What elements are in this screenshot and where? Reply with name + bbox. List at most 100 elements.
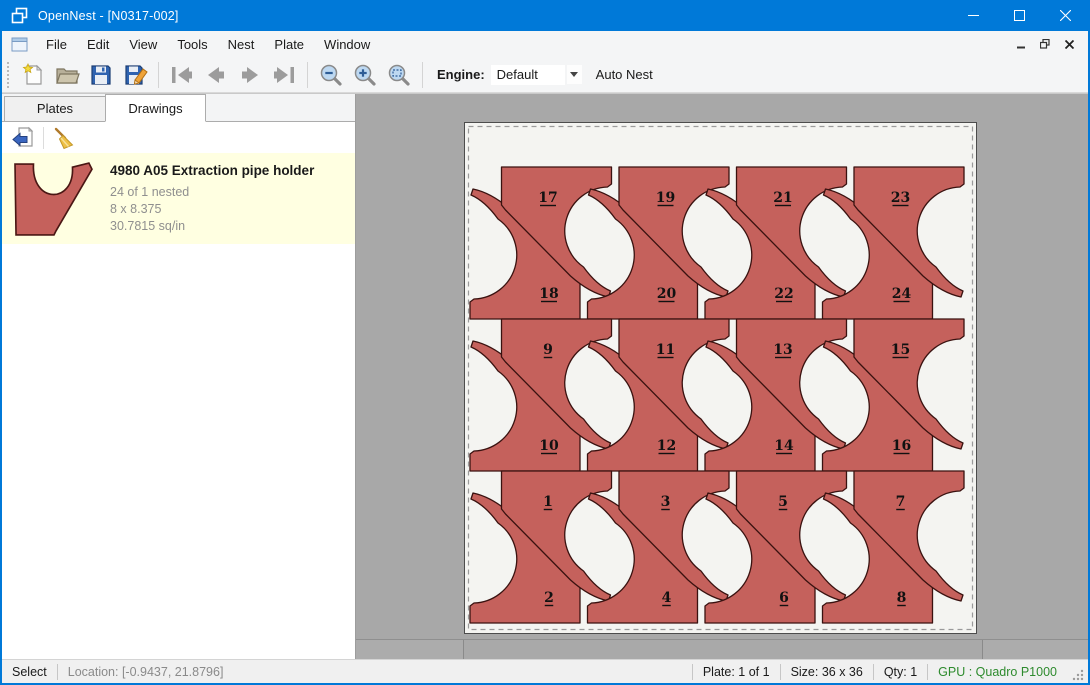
- mdi-close-button[interactable]: [1058, 34, 1080, 54]
- main-toolbar: Engine: Default Auto Nest: [2, 57, 1088, 93]
- horizontal-scrollbar[interactable]: [356, 639, 1088, 659]
- part-number-label: 17: [538, 190, 557, 206]
- mdi-close-icon: [1065, 40, 1074, 49]
- drawing-area: 30.7815 sq/in: [110, 218, 314, 235]
- tab-drawings[interactable]: Drawings: [105, 94, 206, 122]
- part-number-label: 19: [656, 190, 675, 206]
- nav-prev-button[interactable]: [199, 60, 233, 90]
- maximize-button[interactable]: [996, 0, 1042, 31]
- part-number-label: 24: [892, 286, 912, 302]
- part-number-label: 1: [543, 494, 553, 510]
- menu-plate[interactable]: Plate: [264, 33, 314, 56]
- part-number-label: 22: [774, 286, 793, 302]
- part-thumbnail: [10, 161, 98, 239]
- plate[interactable]: 171819202122232491011121314151612345678: [464, 122, 977, 634]
- part-number-label: 18: [539, 286, 558, 302]
- auto-nest-button[interactable]: Auto Nest: [596, 67, 653, 82]
- menu-view[interactable]: View: [119, 33, 167, 56]
- menu-tools[interactable]: Tools: [167, 33, 217, 56]
- toolbar-grip[interactable]: [7, 62, 10, 88]
- chevron-down-icon: [570, 72, 578, 77]
- status-size: Size: 36 x 36: [781, 665, 873, 679]
- part-pair: 1516: [823, 319, 965, 471]
- part-number-label: 23: [891, 190, 910, 206]
- engine-label: Engine:: [437, 67, 485, 82]
- nav-next-icon: [237, 64, 263, 86]
- minimize-button[interactable]: [950, 0, 996, 31]
- part-number-label: 16: [892, 438, 911, 454]
- part-number-label: 11: [656, 342, 675, 358]
- sidebar: Plates Drawings: [2, 94, 356, 659]
- statusbar: Select Location: [-0.9437, 21.8796] Plat…: [2, 659, 1088, 683]
- part-number-label: 20: [657, 286, 677, 302]
- mdi-restore-icon: [1040, 39, 1050, 49]
- part-pair: 78: [823, 471, 965, 623]
- app-icon: [11, 7, 28, 24]
- drawing-nested-count: 24 of 1 nested: [110, 184, 314, 201]
- import-drawing-icon: [11, 126, 35, 150]
- part-pair: 23 24: [823, 167, 965, 319]
- horizontal-scrollbar-thumb[interactable]: [463, 640, 983, 659]
- zoom-in-icon: [353, 63, 377, 87]
- part-number-label: 5: [778, 494, 788, 510]
- broom-icon: [52, 126, 76, 150]
- part-number-label: 8: [897, 590, 907, 606]
- drawings-toolbar: [2, 122, 355, 153]
- zoom-out-button[interactable]: [314, 60, 348, 90]
- menu-edit[interactable]: Edit: [77, 33, 119, 56]
- resize-grip[interactable]: [1071, 668, 1085, 682]
- part-number-label: 21: [773, 190, 792, 206]
- part-number-label: 2: [544, 590, 554, 606]
- close-icon: [1060, 10, 1071, 21]
- part-number-label: 9: [543, 342, 553, 358]
- part-number-label: 15: [891, 342, 910, 358]
- nav-next-button[interactable]: [233, 60, 267, 90]
- nav-last-button[interactable]: [267, 60, 301, 90]
- nest-layout: 171819202122232491011121314151612345678: [464, 122, 977, 634]
- nav-last-icon: [271, 64, 297, 86]
- menu-file[interactable]: File: [36, 33, 77, 56]
- status-gpu: GPU : Quadro P1000: [928, 665, 1067, 679]
- status-plate: Plate: 1 of 1: [693, 665, 780, 679]
- part-number-label: 3: [661, 494, 671, 510]
- menubar: FileEditViewToolsNestPlateWindow: [2, 31, 1088, 57]
- drawing-title: 4980 A05 Extraction pipe holder: [110, 163, 314, 178]
- zoom-fit-icon: [387, 63, 411, 87]
- clean-drawings-button[interactable]: [49, 124, 79, 151]
- open-folder-icon: [55, 63, 80, 87]
- part-number-label: 4: [662, 590, 672, 606]
- import-drawing-button[interactable]: [8, 124, 38, 151]
- close-button[interactable]: [1042, 0, 1088, 31]
- status-location: Location: [-0.9437, 21.8796]: [58, 665, 234, 679]
- new-file-icon: [21, 63, 45, 87]
- nav-first-icon: [169, 64, 195, 86]
- zoom-out-icon: [319, 63, 343, 87]
- part-number-label: 7: [896, 494, 906, 510]
- drawing-size: 8 x 8.375: [110, 201, 314, 218]
- part-number-label: 14: [774, 438, 794, 454]
- mdi-restore-button[interactable]: [1034, 34, 1056, 54]
- menu-window[interactable]: Window: [314, 33, 380, 56]
- save-button[interactable]: [84, 60, 118, 90]
- save-as-button[interactable]: [118, 60, 152, 90]
- status-mode: Select: [2, 665, 57, 679]
- nav-first-button[interactable]: [165, 60, 199, 90]
- zoom-in-button[interactable]: [348, 60, 382, 90]
- zoom-fit-button[interactable]: [382, 60, 416, 90]
- new-file-button[interactable]: [16, 60, 50, 90]
- part-number-label: 13: [773, 342, 792, 358]
- engine-value[interactable]: Default: [491, 65, 565, 85]
- nav-prev-icon: [203, 64, 229, 86]
- status-qty: Qty: 1: [874, 665, 927, 679]
- engine-combobox[interactable]: Default: [491, 65, 582, 85]
- mdi-document-icon[interactable]: [11, 37, 28, 52]
- engine-dropdown-button[interactable]: [567, 65, 582, 84]
- menu-nest[interactable]: Nest: [218, 33, 265, 56]
- tab-plates[interactable]: Plates: [4, 96, 105, 122]
- part-number-label: 10: [539, 438, 559, 454]
- sidebar-tabstrip: Plates Drawings: [2, 94, 355, 122]
- nest-canvas[interactable]: 171819202122232491011121314151612345678: [356, 94, 1088, 659]
- open-file-button[interactable]: [50, 60, 84, 90]
- drawing-list-item[interactable]: 4980 A05 Extraction pipe holder 24 of 1 …: [2, 153, 355, 244]
- mdi-minimize-button[interactable]: [1010, 34, 1032, 54]
